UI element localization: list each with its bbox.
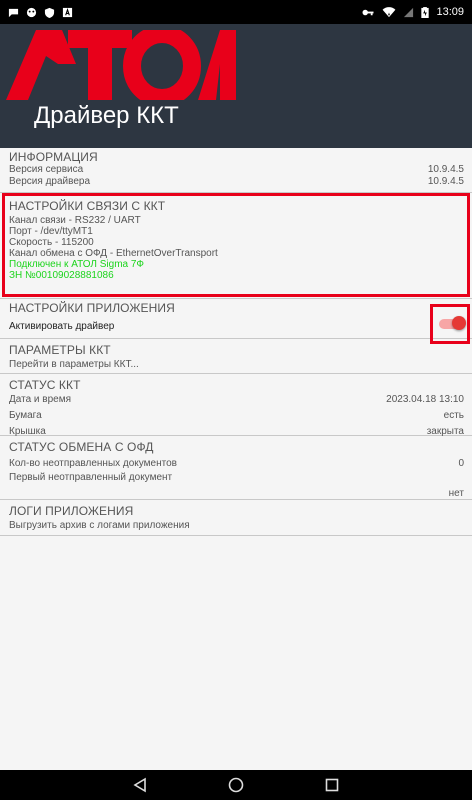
first-unsent-doc-value-row: нет bbox=[9, 488, 464, 500]
signal-icon bbox=[404, 7, 414, 17]
service-version-label: Версия сервиса bbox=[9, 164, 84, 175]
home-icon bbox=[228, 777, 244, 793]
paper-label: Бумага bbox=[9, 410, 42, 421]
a-notification-icon bbox=[62, 7, 73, 17]
app-header: Драйвер ККТ bbox=[0, 24, 472, 148]
connection-section-title: НАСТРОЙКИ СВЯЗИ С ККТ bbox=[9, 199, 166, 213]
driver-version-value: 10.9.4.5 bbox=[427, 176, 464, 187]
key-icon bbox=[362, 9, 374, 15]
recents-icon bbox=[325, 778, 339, 792]
datetime-row: Дата и время 2023.04.18 13:10 bbox=[9, 394, 464, 406]
activate-driver-toggle[interactable] bbox=[437, 316, 466, 331]
connected-device-status: Подключен к АТОЛ Sigma 7Ф bbox=[9, 259, 145, 270]
kkt-params-link[interactable]: Перейти в параметры ККТ... bbox=[9, 359, 464, 370]
status-time: 13:09 bbox=[436, 6, 464, 18]
driver-version-row: Версия драйвера 10.9.4.5 bbox=[9, 176, 464, 188]
info-section-title: ИНФОРМАЦИЯ bbox=[9, 150, 98, 164]
status-bar-right: 13:09 bbox=[361, 6, 464, 18]
toggle-thumb bbox=[452, 316, 466, 330]
status-bar-left bbox=[8, 7, 73, 18]
kkt-params-title: ПАРАМЕТРЫ ККТ bbox=[9, 343, 111, 357]
home-button[interactable] bbox=[227, 776, 245, 794]
activate-driver-label: Активировать драйвер bbox=[9, 321, 115, 332]
logs-section[interactable]: ЛОГИ ПРИЛОЖЕНИЯ Выгрузить архив с логами… bbox=[0, 500, 472, 536]
kkt-params-section[interactable]: ПАРАМЕТРЫ ККТ Перейти в параметры ККТ... bbox=[0, 339, 472, 374]
service-version-value: 10.9.4.5 bbox=[427, 164, 464, 175]
first-unsent-doc-label: Первый неотправленный документ bbox=[9, 472, 173, 483]
driver-version-label: Версия драйвера bbox=[9, 176, 91, 187]
unsent-docs-row: Кол-во неотправленных документов 0 bbox=[9, 458, 464, 470]
connection-port: Порт - /dev/ttyMT1 bbox=[9, 226, 93, 237]
back-icon bbox=[133, 777, 146, 793]
recents-button[interactable] bbox=[323, 776, 341, 794]
device-serial-number: ЗН №00109028881086 bbox=[9, 270, 114, 281]
ofd-status-title: СТАТУС ОБМЕНА С ОФД bbox=[9, 440, 154, 454]
settings-list: ИНФОРМАЦИЯ Версия сервиса 10.9.4.5 Верси… bbox=[0, 148, 472, 770]
activate-driver-row[interactable]: Активировать драйвер bbox=[9, 321, 464, 333]
status-bar: 13:09 bbox=[0, 0, 472, 24]
back-button[interactable] bbox=[131, 776, 149, 794]
connection-channel: Канал связи - RS232 / UART bbox=[9, 215, 141, 226]
unsent-docs-label: Кол-во неотправленных документов bbox=[9, 458, 177, 469]
paper-row: Бумага есть bbox=[9, 410, 464, 422]
wifi-icon bbox=[383, 6, 396, 17]
export-logs-link[interactable]: Выгрузить архив с логами приложения bbox=[9, 520, 464, 531]
first-unsent-doc-row: Первый неотправленный документ bbox=[9, 472, 464, 484]
connection-speed: Скорость - 115200 bbox=[9, 237, 94, 248]
navigation-bar bbox=[0, 770, 472, 800]
service-version-row: Версия сервиса 10.9.4.5 bbox=[9, 164, 464, 176]
datetime-label: Дата и время bbox=[9, 394, 72, 405]
atol-logo bbox=[6, 30, 236, 100]
datetime-value: 2023.04.18 13:10 bbox=[386, 394, 464, 405]
paper-value: есть bbox=[443, 410, 464, 421]
connection-settings-section[interactable]: НАСТРОЙКИ СВЯЗИ С ККТ Канал связи - RS23… bbox=[0, 193, 472, 299]
info-section: ИНФОРМАЦИЯ Версия сервиса 10.9.4.5 Верси… bbox=[0, 148, 472, 193]
android-icon bbox=[26, 7, 37, 17]
battery-icon bbox=[421, 6, 430, 18]
app-title: Драйвер ККТ bbox=[34, 102, 179, 129]
logs-title: ЛОГИ ПРИЛОЖЕНИЯ bbox=[9, 504, 134, 518]
kkt-status-section: СТАТУС ККТ Дата и время 2023.04.18 13:10… bbox=[0, 374, 472, 437]
chat-icon bbox=[8, 8, 19, 17]
ofd-exchange-channel: Канал обмена с ОФД - EthernetOverTranspo… bbox=[9, 248, 218, 259]
ofd-status-section: СТАТУС ОБМЕНА С ОФД Кол-во неотправленны… bbox=[0, 436, 472, 500]
app-settings-title: НАСТРОЙКИ ПРИЛОЖЕНИЯ bbox=[9, 301, 175, 315]
first-unsent-doc-value: нет bbox=[448, 488, 464, 499]
app-settings-section: НАСТРОЙКИ ПРИЛОЖЕНИЯ Активировать драйве… bbox=[0, 299, 472, 339]
kkt-status-title: СТАТУС ККТ bbox=[9, 378, 81, 392]
unsent-docs-value: 0 bbox=[458, 458, 464, 469]
shield-icon bbox=[44, 7, 55, 18]
